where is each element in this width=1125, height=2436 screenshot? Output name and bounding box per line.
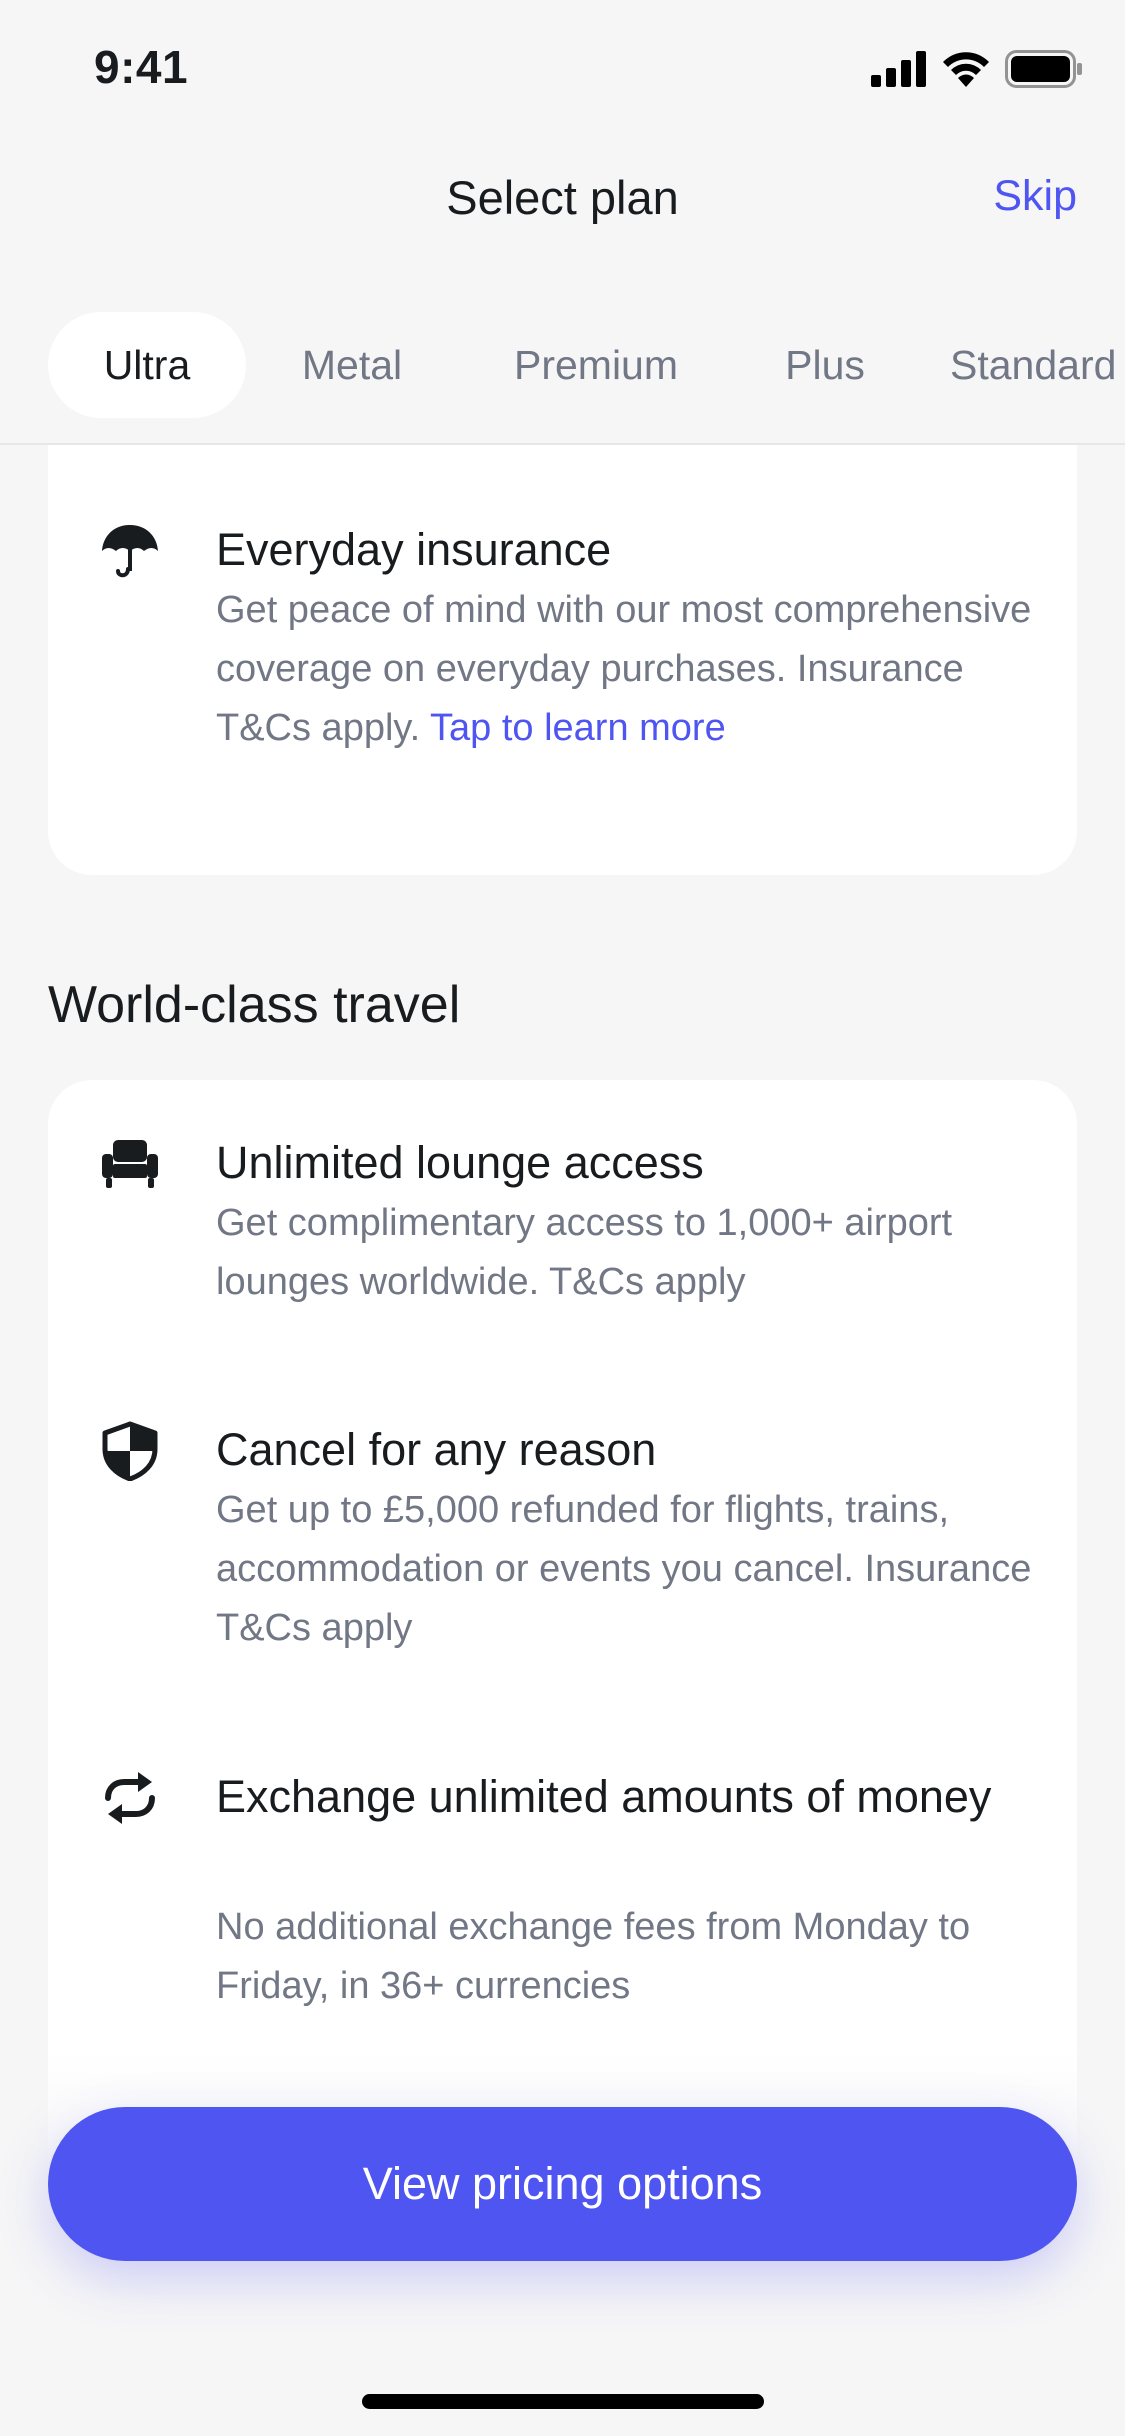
status-icons <box>871 50 1083 88</box>
feature-description: Get peace of mind with our most comprehe… <box>216 581 1046 758</box>
home-indicator <box>362 2394 764 2409</box>
skip-button[interactable]: Skip <box>993 172 1077 221</box>
status-bar: 9:41 <box>0 0 1125 130</box>
tab-metal[interactable]: Metal <box>282 312 422 418</box>
tab-plus[interactable]: Plus <box>770 312 880 418</box>
feature-title: Everyday insurance <box>216 524 612 575</box>
status-time: 9:41 <box>94 41 189 93</box>
wifi-icon <box>941 51 991 87</box>
shield-icon <box>100 1421 160 1481</box>
feature-title: Unlimited lounge access <box>216 1137 704 1188</box>
header: Select plan Skip <box>0 150 1125 250</box>
umbrella-icon <box>100 521 160 581</box>
feature-title: Exchange unlimited amounts of money <box>216 1771 992 1822</box>
select-plan-screen: 9:41 Select plan Skip Ultra Metal Premiu… <box>0 0 1125 2436</box>
tab-standard[interactable]: Standard <box>950 312 1125 418</box>
view-pricing-options-button[interactable]: View pricing options <box>48 2107 1077 2261</box>
plan-tabs: Ultra Metal Premium Plus Standard <box>0 312 1125 418</box>
insurance-card: Everyday insurance Get peace of mind wit… <box>48 445 1077 875</box>
lounge-chair-icon <box>100 1134 160 1194</box>
learn-more-link[interactable]: Tap to learn more <box>430 707 726 749</box>
tab-ultra[interactable]: Ultra <box>48 312 246 418</box>
battery-icon <box>1005 50 1083 88</box>
exchange-icon <box>100 1768 160 1828</box>
feature-description: No additional exchange fees from Monday … <box>216 1906 971 2007</box>
cellular-signal-icon <box>871 51 927 87</box>
tab-premium[interactable]: Premium <box>498 312 694 418</box>
feature-description: Get complimentary access to 1,000+ airpo… <box>216 1202 953 1303</box>
page-title: Select plan <box>446 171 679 224</box>
feature-title: Cancel for any reason <box>216 1424 657 1475</box>
section-title: World-class travel <box>48 976 461 1034</box>
feature-description: Get up to £5,000 refunded for flights, t… <box>216 1489 1032 1649</box>
